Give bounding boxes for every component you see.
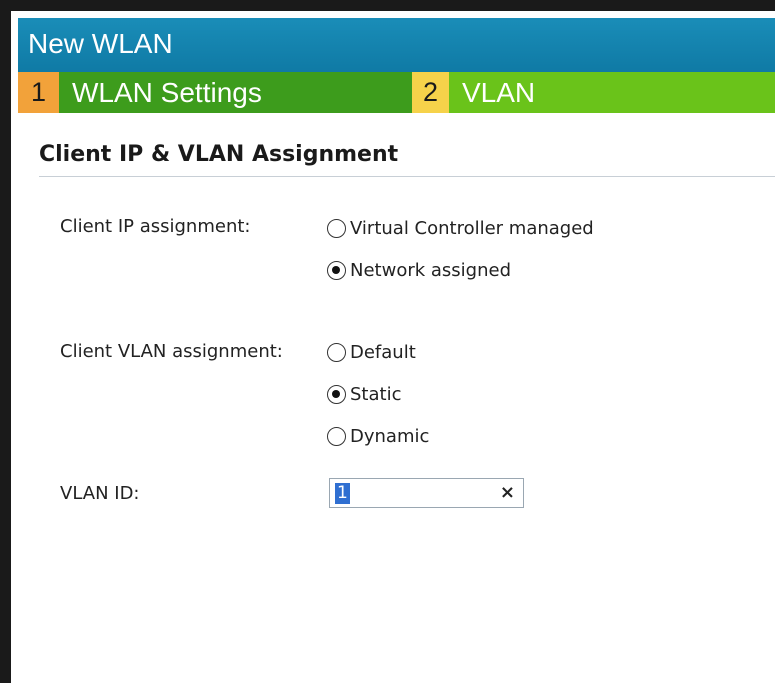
step-2-label[interactable]: VLAN: [449, 72, 775, 113]
radio-label: Default: [350, 341, 416, 363]
section-divider: [39, 176, 775, 177]
radio-label: Virtual Controller managed: [350, 217, 594, 239]
vlan-id-input[interactable]: 1 ×: [329, 478, 524, 508]
section-title: Client IP & VLAN Assignment: [39, 142, 399, 167]
radio-label: Dynamic: [350, 425, 430, 447]
vlan-id-label: VLAN ID:: [60, 483, 140, 504]
client-ip-label: Client IP assignment:: [60, 216, 251, 237]
wizard-window: New WLAN 1 WLAN Settings 2 VLAN Client I…: [0, 0, 775, 683]
radio-button[interactable]: [327, 342, 346, 362]
wizard-steps: 1 WLAN Settings 2 VLAN: [18, 72, 775, 113]
radio-dynamic[interactable]: Dynamic: [327, 424, 429, 448]
radio-label: Static: [350, 383, 402, 405]
title-bar: New WLAN: [18, 18, 775, 73]
radio-button[interactable]: [327, 218, 346, 238]
radio-button[interactable]: [327, 384, 346, 404]
vlan-id-value[interactable]: 1: [335, 483, 350, 504]
step-1-label[interactable]: WLAN Settings: [59, 72, 412, 113]
client-vlan-label: Client VLAN assignment:: [60, 341, 283, 362]
radio-network-assigned[interactable]: Network assigned: [327, 258, 511, 282]
close-icon[interactable]: ×: [500, 482, 515, 503]
step-2-number[interactable]: 2: [412, 72, 449, 113]
radio-default[interactable]: Default: [327, 340, 416, 364]
radio-button[interactable]: [327, 260, 346, 280]
radio-label: Network assigned: [350, 259, 511, 281]
radio-button[interactable]: [327, 426, 346, 446]
window-title: New WLAN: [28, 28, 173, 59]
step-1-number[interactable]: 1: [18, 72, 59, 113]
radio-static[interactable]: Static: [327, 382, 401, 406]
radio-virtual-controller-managed[interactable]: Virtual Controller managed: [327, 216, 594, 240]
